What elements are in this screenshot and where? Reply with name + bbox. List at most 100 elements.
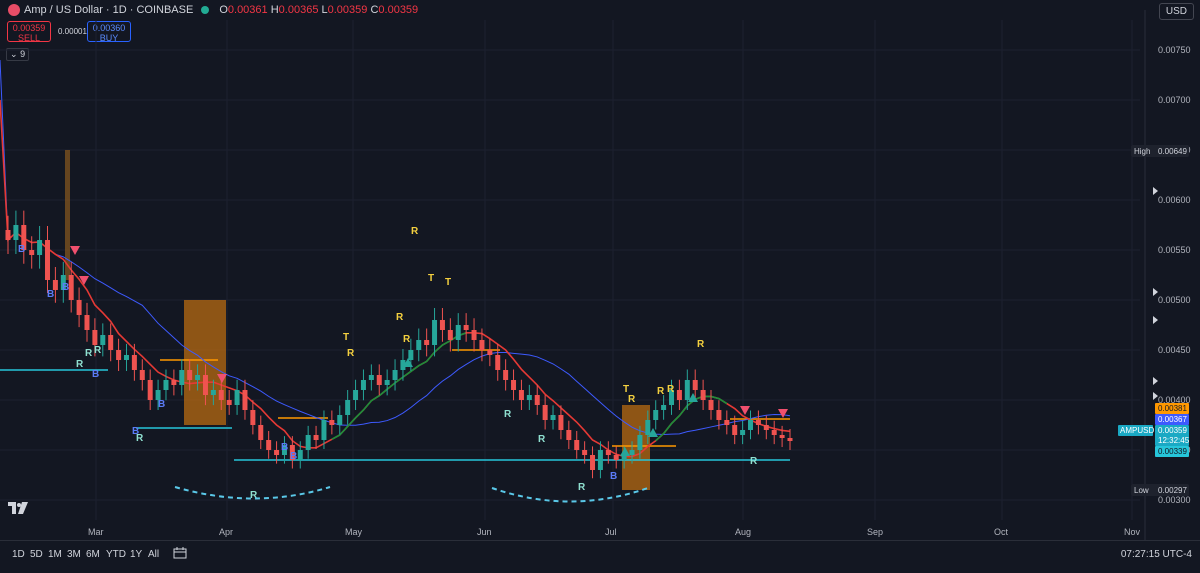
candle-body[interactable] [384,380,390,385]
candle-body[interactable] [250,410,256,425]
candle-body[interactable] [242,390,248,410]
candle-body[interactable] [740,430,746,435]
candle-body[interactable] [526,395,532,400]
candle-body[interactable] [337,415,343,425]
candle-body[interactable] [226,400,232,405]
timeframe-1d[interactable]: 1D [12,549,25,560]
candle-body[interactable] [566,430,572,440]
timeframe-1y[interactable]: 1Y [130,549,142,560]
candle-body[interactable] [329,420,335,425]
candle-body[interactable] [123,355,129,360]
candle-body[interactable] [266,440,272,450]
candle-body[interactable] [171,380,177,385]
candle-body[interactable] [297,450,303,460]
candle-body[interactable] [195,375,201,380]
timeframe-6m[interactable]: 6M [86,549,100,560]
candle-body[interactable] [661,405,667,410]
timeframe-1m[interactable]: 1M [48,549,62,560]
candle-body[interactable] [542,405,548,420]
candle-body[interactable] [29,250,35,255]
candle-body[interactable] [779,435,785,438]
candle-body[interactable] [360,380,366,390]
timeframe-all[interactable]: All [148,549,159,560]
alert-marker-icon[interactable] [1153,316,1158,324]
candle-body[interactable] [447,330,453,340]
candle-body[interactable] [116,350,122,360]
candle-body[interactable] [590,455,596,470]
candle-body[interactable] [139,370,145,380]
candle-body[interactable] [353,390,359,400]
candle-body[interactable] [471,330,477,340]
candle-body[interactable] [787,438,793,441]
utc-clock[interactable]: 07:27:15 UTC-4 [1121,549,1192,560]
candle-body[interactable] [645,420,651,435]
candle-body[interactable] [76,300,82,315]
candle-body[interactable] [305,435,311,450]
candle-body[interactable] [218,390,224,400]
candle-body[interactable] [321,420,327,440]
candle-body[interactable] [550,415,556,420]
candle-body[interactable] [37,240,43,255]
candle-body[interactable] [210,390,216,395]
candle-body[interactable] [345,400,351,415]
candle-body[interactable] [724,420,730,425]
candle-body[interactable] [163,380,169,390]
candle-body[interactable] [92,330,98,345]
candle-body[interactable] [13,225,19,240]
candle-body[interactable] [692,380,698,390]
candle-body[interactable] [424,340,430,345]
candle-body[interactable] [234,390,240,405]
candle-body[interactable] [258,425,264,440]
candle-body[interactable] [511,380,517,390]
candle-body[interactable] [771,430,777,435]
candle-body[interactable] [392,370,398,380]
candle-body[interactable] [732,425,738,435]
candle-body[interactable] [495,355,501,370]
candle-body[interactable] [684,380,690,400]
timeframe-3m[interactable]: 3M [67,549,81,560]
candle-body[interactable] [755,420,761,425]
candle-body[interactable] [700,390,706,400]
date-range-calendar-icon[interactable] [173,547,187,559]
candle-body[interactable] [376,375,382,385]
candle-body[interactable] [534,395,540,405]
candle-body[interactable] [708,400,714,410]
candle-body[interactable] [131,355,137,370]
candle-body[interactable] [408,350,414,360]
candle-body[interactable] [597,450,603,470]
candle-body[interactable] [487,350,493,355]
candle-body[interactable] [518,390,524,400]
candle-body[interactable] [432,320,438,345]
candle-body[interactable] [455,325,461,340]
candle-body[interactable] [653,410,659,420]
timeframe-ytd[interactable]: YTD [106,549,126,560]
candle-body[interactable] [44,240,50,280]
candle-body[interactable] [439,320,445,330]
candle-body[interactable] [479,340,485,350]
alert-marker-icon[interactable] [1153,187,1158,195]
candle-body[interactable] [613,455,619,460]
candle-body[interactable] [748,420,754,430]
candle-body[interactable] [100,335,106,345]
candle-body[interactable] [368,375,374,380]
candle-body[interactable] [108,335,114,350]
candle-body[interactable] [558,415,564,430]
candle-body[interactable] [574,440,580,450]
candle-body[interactable] [274,450,280,455]
candle-body[interactable] [582,450,588,455]
candle-body[interactable] [503,370,509,380]
candle-body[interactable] [84,315,90,330]
candle-body[interactable] [147,380,153,400]
candle-body[interactable] [763,425,769,430]
candle-body[interactable] [179,370,185,385]
candle-body[interactable] [68,275,74,300]
candle-body[interactable] [187,370,193,380]
candle-body[interactable] [202,375,208,395]
alert-marker-icon[interactable] [1153,377,1158,385]
timeframe-5d[interactable]: 5D [30,549,43,560]
candle-body[interactable] [629,450,635,455]
candle-body[interactable] [5,230,11,240]
candle-body[interactable] [416,340,422,350]
candle-body[interactable] [463,325,469,330]
price-chart[interactable]: 0.007500.007000.006500.006000.005500.005… [0,0,1200,540]
